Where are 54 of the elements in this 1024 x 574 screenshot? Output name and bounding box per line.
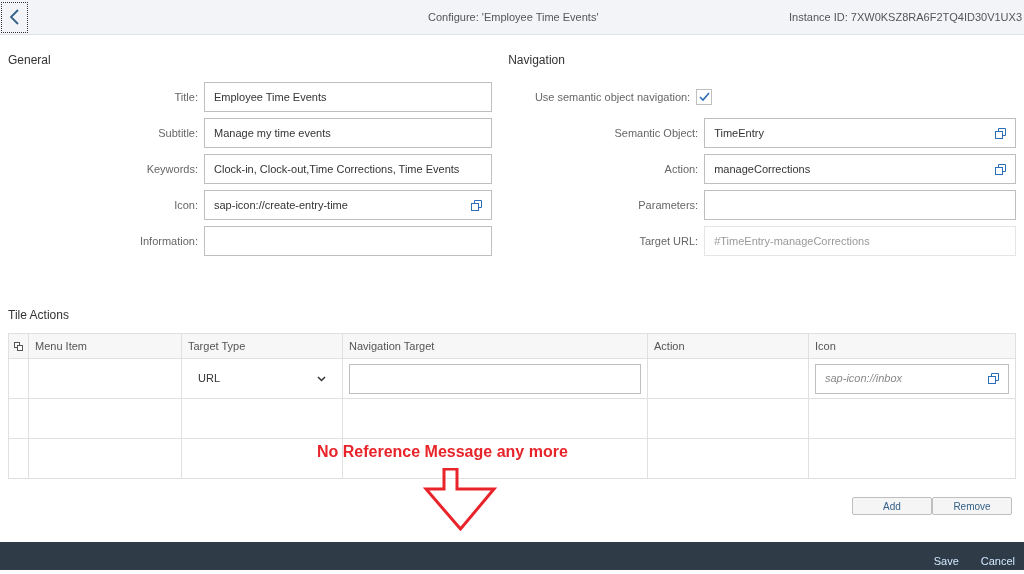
checkbox-label: Use semantic object navigation: [533,89,691,105]
input-field[interactable] [204,226,493,256]
input-field[interactable]: Employee Time Events [204,82,493,112]
footer-button[interactable]: Save [933,556,959,567]
footer-button[interactable]: Cancel [980,556,1015,567]
table-action-button[interactable]: Add [852,497,932,515]
field-label: Icon: [173,197,198,213]
input-field[interactable] [704,190,1016,220]
field-value: TimeEntry [714,125,765,141]
column-header: Icon [815,338,836,354]
field-value: Manage my time events [214,125,332,141]
input-field[interactable]: Manage my time events [204,118,493,148]
field-value: manageCorrections [714,161,812,177]
field-label: Information: [138,233,198,249]
target-type-select[interactable]: URL [188,363,336,394]
value-help-icon[interactable] [995,127,1006,139]
field-label: Action: [663,161,699,177]
input-field[interactable]: manageCorrections [704,154,1016,184]
checkmark-icon [698,92,710,102]
section-heading: General [8,52,52,69]
field-value: #TimeEntry-manageCorrections [714,233,871,249]
checkbox[interactable] [696,89,713,105]
chevron-down-icon [317,375,326,382]
field-value: sap-icon://create-entry-time [214,197,349,213]
field-placeholder: sap-icon://inbox [825,371,904,387]
field-label: Target URL: [638,233,699,249]
value-help-icon[interactable] [471,199,483,211]
annotation-text: No Reference Message any more [317,442,568,462]
input-field[interactable]: TimeEntry [704,118,1016,148]
input-field[interactable] [349,363,641,394]
input-field[interactable]: Clock-in, Clock-out,Time Corrections, Time Events [204,154,493,184]
section-heading: Navigation [508,52,566,69]
table-action-button[interactable]: Remove [932,497,1012,515]
value-help-icon[interactable] [988,373,999,384]
input-field[interactable]: sap-icon://inbox [815,363,1009,394]
input-field[interactable]: sap-icon://create-entry-time [204,190,493,220]
value-help-icon[interactable] [995,163,1006,175]
chevron-left-icon [10,9,19,25]
column-header: Menu Item [35,338,87,354]
back-button[interactable] [1,1,28,33]
field-label: Subtitle: [157,125,198,141]
copy-icon[interactable] [14,341,23,351]
field-label: Semantic Object: [613,125,699,141]
section-heading: Tile Actions [8,307,70,324]
instance-id: Instance ID: 7XW0KSZ8RA6F2TQ4ID30V1UX3 [789,9,1022,25]
column-header: Target Type [188,338,246,354]
column-header: Action [654,338,685,354]
field-value: Employee Time Events [214,89,328,105]
field-label: Title: [173,89,198,105]
field-label: Parameters: [637,197,699,213]
field-value: Clock-in, Clock-out,Time Corrections, Time Events [214,161,461,177]
field-label: Keywords: [145,161,198,177]
page-title: Configure: 'Employee Time Events' [428,9,599,25]
column-header: Navigation Target [349,338,435,354]
